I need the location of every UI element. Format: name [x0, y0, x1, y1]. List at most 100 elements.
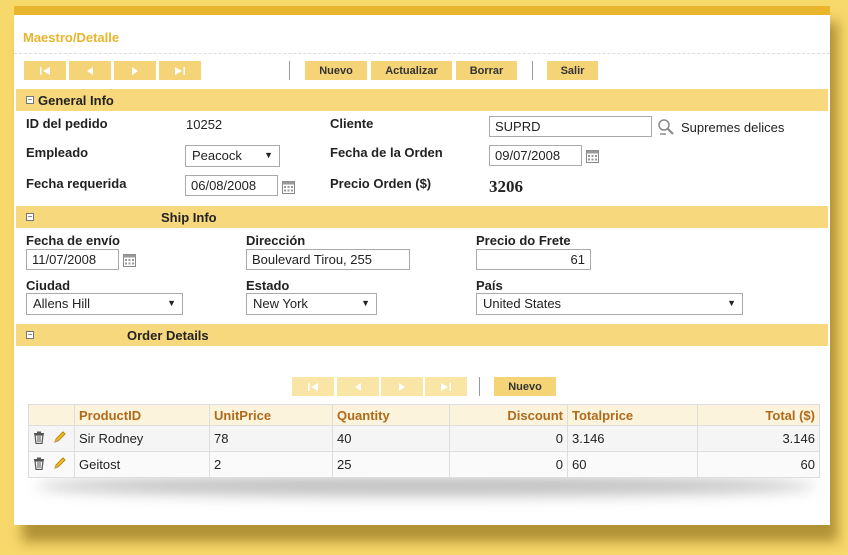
customer-name: Supremes delices — [681, 120, 785, 135]
delete-button[interactable]: Borrar — [456, 61, 517, 80]
address-label: Dirección — [246, 233, 306, 248]
employee-select[interactable]: Peacock ▼ — [185, 145, 280, 167]
unit-price-cell: 2 — [209, 451, 333, 478]
ship-info-section-header[interactable]: − Ship Info — [16, 206, 828, 228]
general-info-section-header[interactable]: − General Info — [16, 89, 828, 111]
detail-first-button[interactable] — [292, 377, 334, 396]
lookup-icon[interactable] — [657, 118, 675, 136]
toolbar-separator — [479, 377, 480, 396]
toolbar-separator — [532, 61, 533, 80]
quantity-cell: 25 — [332, 451, 450, 478]
last-icon — [441, 382, 451, 391]
prev-icon — [87, 66, 93, 75]
pencil-icon[interactable] — [53, 431, 66, 447]
prev-record-button[interactable] — [69, 61, 111, 80]
customer-label: Cliente — [330, 116, 374, 131]
freight-label: Precio do Frete — [476, 233, 571, 248]
column-header[interactable]: ProductID — [74, 404, 210, 426]
column-header[interactable]: UnitPrice — [209, 404, 333, 426]
pencil-icon[interactable] — [53, 457, 66, 473]
prev-icon — [355, 382, 361, 391]
city-select[interactable]: Allens Hill ▼ — [26, 293, 183, 315]
section-title: Order Details — [127, 328, 209, 343]
page-title: Maestro/Detalle — [23, 30, 120, 45]
order-id-label: ID del pedido — [26, 116, 108, 131]
detail-prev-button[interactable] — [337, 377, 379, 396]
first-record-button[interactable] — [24, 61, 66, 80]
state-label: Estado — [246, 278, 290, 293]
collapse-icon[interactable]: − — [26, 213, 34, 221]
trash-icon[interactable] — [33, 457, 45, 473]
row-actions — [28, 425, 75, 452]
master-detail-panel: Maestro/Detalle Nuevo Actualizar Borrar … — [14, 6, 830, 525]
table-row[interactable]: Sir Rodney 78 40 0 3.146 3.146 — [28, 425, 820, 452]
totalprice-cell: 60 — [567, 451, 698, 478]
new-button[interactable]: Nuevo — [305, 61, 367, 80]
address-input[interactable] — [246, 249, 410, 270]
state-select-value: New York — [253, 296, 308, 311]
employee-label: Empleado — [26, 145, 89, 160]
calendar-icon[interactable] — [123, 254, 136, 267]
order-details-section-header[interactable]: − Order Details — [16, 324, 828, 346]
order-price-value: 3206 — [489, 177, 523, 196]
column-header[interactable]: Quantity — [332, 404, 450, 426]
grid-shadow — [36, 476, 816, 496]
next-icon — [132, 66, 138, 75]
detail-new-button[interactable]: Nuevo — [494, 377, 556, 396]
column-header[interactable]: Discount — [449, 404, 568, 426]
country-select-value: United States — [483, 296, 562, 311]
top-accent-bar — [14, 6, 830, 15]
city-label: Ciudad — [26, 278, 71, 293]
update-button[interactable]: Actualizar — [371, 61, 452, 80]
calendar-icon[interactable] — [282, 181, 295, 194]
last-icon — [175, 66, 185, 75]
ship-date-input[interactable] — [26, 249, 119, 270]
section-title: Ship Info — [161, 210, 217, 225]
last-record-button[interactable] — [159, 61, 201, 80]
order-price-label: Precio Orden ($) — [330, 176, 432, 191]
quantity-cell: 40 — [332, 425, 450, 452]
table-row[interactable]: Geitost 2 25 0 60 60 — [28, 451, 820, 478]
totalprice-cell: 3.146 — [567, 425, 698, 452]
toolbar-separator — [289, 61, 290, 80]
required-date-input[interactable] — [185, 175, 278, 196]
detail-next-button[interactable] — [381, 377, 423, 396]
exit-button[interactable]: Salir — [547, 61, 598, 80]
total-cell: 60 — [697, 451, 820, 478]
calendar-icon[interactable] — [586, 150, 599, 163]
chevron-down-icon: ▼ — [264, 150, 273, 160]
chevron-down-icon: ▼ — [727, 298, 736, 308]
detail-last-button[interactable] — [425, 377, 467, 396]
ship-date-label: Fecha de envío — [26, 233, 120, 248]
total-cell: 3.146 — [697, 425, 820, 452]
discount-cell: 0 — [449, 451, 568, 478]
city-select-value: Allens Hill — [33, 296, 91, 311]
next-icon — [399, 382, 405, 391]
column-header[interactable]: Total ($) — [697, 404, 820, 426]
first-icon — [308, 382, 318, 391]
title-divider — [14, 53, 830, 54]
country-select[interactable]: United States ▼ — [476, 293, 743, 315]
trash-icon[interactable] — [33, 431, 45, 447]
chevron-down-icon: ▼ — [167, 298, 176, 308]
product-cell: Sir Rodney — [74, 425, 210, 452]
order-date-input[interactable] — [489, 145, 582, 166]
customer-input[interactable] — [489, 116, 652, 137]
collapse-icon[interactable]: − — [26, 331, 34, 339]
unit-price-cell: 78 — [209, 425, 333, 452]
discount-cell: 0 — [449, 425, 568, 452]
order-date-label: Fecha de la Orden — [330, 145, 443, 160]
freight-input[interactable] — [476, 249, 591, 270]
next-record-button[interactable] — [114, 61, 156, 80]
employee-select-value: Peacock — [192, 148, 242, 163]
required-date-label: Fecha requerida — [26, 176, 127, 191]
collapse-icon[interactable]: − — [26, 96, 34, 104]
first-icon — [40, 66, 50, 75]
country-label: País — [476, 278, 503, 293]
state-select[interactable]: New York ▼ — [246, 293, 377, 315]
column-header[interactable]: Totalprice — [567, 404, 698, 426]
chevron-down-icon: ▼ — [361, 298, 370, 308]
product-cell: Geitost — [74, 451, 210, 478]
actions-column-header — [28, 404, 75, 426]
section-title: General Info — [38, 93, 114, 108]
